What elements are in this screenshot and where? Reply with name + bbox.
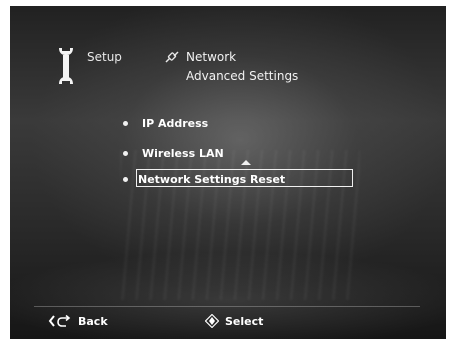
menu-item-ip-address[interactable]: IP Address bbox=[123, 114, 208, 132]
select-label: Select bbox=[225, 314, 264, 328]
bullet-icon bbox=[123, 176, 128, 182]
menu-item-label: Network Settings Reset bbox=[138, 172, 286, 186]
back-button[interactable]: Back bbox=[48, 313, 108, 329]
frame-top bbox=[0, 0, 456, 6]
footer-divider bbox=[34, 306, 420, 307]
frame-left bbox=[0, 0, 10, 345]
frame-bottom bbox=[0, 339, 456, 345]
bullet-icon bbox=[123, 120, 128, 126]
menu-item-network-settings-reset[interactable]: Network Settings Reset bbox=[123, 170, 285, 188]
network-plug-icon bbox=[165, 51, 179, 63]
back-label: Back bbox=[78, 314, 108, 328]
menu-item-label: Wireless LAN bbox=[142, 146, 224, 160]
back-arrow-icon bbox=[48, 314, 71, 327]
screen-background: Setup Network Advanced Settings IP Addre… bbox=[0, 0, 456, 345]
dpad-icon bbox=[205, 314, 219, 328]
page-title: Advanced Settings bbox=[186, 69, 299, 83]
menu-item-label: IP Address bbox=[142, 116, 209, 130]
frame-right bbox=[446, 0, 456, 345]
menu-item-wireless-lan[interactable]: Wireless LAN bbox=[123, 144, 224, 162]
bullet-icon bbox=[123, 150, 128, 156]
network-label: Network bbox=[186, 50, 237, 64]
wrench-icon bbox=[59, 48, 73, 84]
up-arrow-icon bbox=[241, 160, 251, 165]
setup-label: Setup bbox=[87, 50, 122, 64]
select-button[interactable]: Select bbox=[205, 313, 263, 329]
